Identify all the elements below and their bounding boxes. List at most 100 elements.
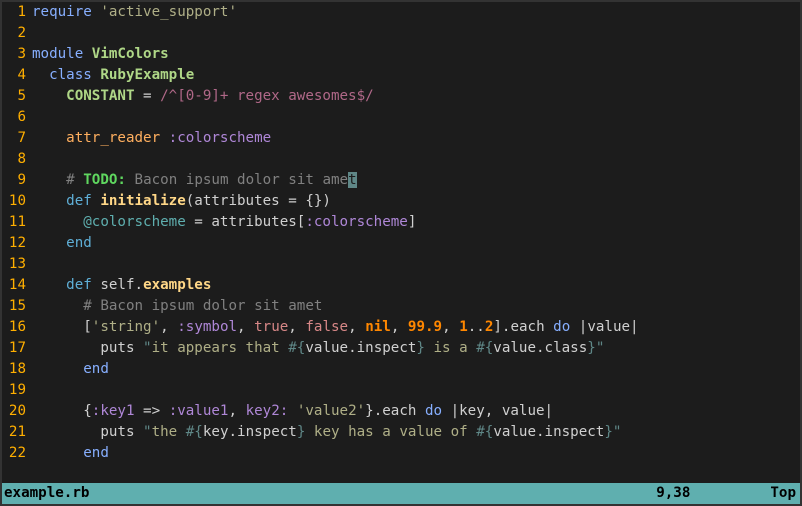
code-line[interactable]: 21 puts "the #{key.inspect} key has a va… [2,422,800,443]
code-line[interactable]: 15 # Bacon ipsum dolor sit amet [2,296,800,317]
code-line[interactable]: 2 [2,23,800,44]
code-line[interactable]: 16 ['string', :symbol, true, false, nil,… [2,317,800,338]
token-fg [32,88,66,104]
code-line[interactable]: 18 end [2,359,800,380]
code-content[interactable]: end [32,359,109,380]
code-content[interactable]: CONSTANT = /^[0-9]+ regex awesomes$/ [32,86,374,107]
status-bar: example.rb 9,38 Top [2,483,800,504]
code-content[interactable]: # TODO: Bacon ipsum dolor sit amet [32,170,357,191]
code-line[interactable]: 7 attr_reader :colorscheme [2,128,800,149]
code-line[interactable]: 19 [2,380,800,401]
code-content[interactable]: def self.examples [32,275,211,296]
code-line[interactable]: 10 def initialize(attributes = {}) [2,191,800,212]
line-number: 8 [2,149,32,170]
editor-window: 1require 'active_support'23module VimCol… [2,2,800,504]
code-content[interactable]: require 'active_support' [32,2,237,23]
code-content[interactable]: end [32,233,92,254]
code-line[interactable]: 3module VimColors [2,44,800,65]
token-symbol: :colorscheme [169,130,272,146]
code-content[interactable]: class RubyExample [32,65,194,86]
token-def: def [66,193,100,209]
token-fg: , [348,319,365,335]
token-fg [32,172,66,188]
line-number: 4 [2,65,32,86]
code-line[interactable]: 17 puts "it appears that #{value.inspect… [2,338,800,359]
code-content[interactable]: ['string', :symbol, true, false, nil, 99… [32,317,639,338]
token-fg: ].each [493,319,553,335]
code-line[interactable]: 5 CONSTANT = /^[0-9]+ regex awesomes$/ [2,86,800,107]
code-line[interactable]: 12 end [2,233,800,254]
line-number: 14 [2,275,32,296]
token-fg: , [160,319,177,335]
token-fg: value.class [493,340,587,356]
token-fg [32,67,49,83]
code-line[interactable]: 1require 'active_support' [2,2,800,23]
code-content[interactable]: end [32,443,109,464]
line-number: 15 [2,296,32,317]
token-num: 1 [459,319,468,335]
code-line[interactable]: 20 {:key1 => :value1, key2: 'value2'}.ea… [2,401,800,422]
token-keyword: do [425,403,442,419]
token-symbol: :colorscheme [305,214,408,230]
code-area[interactable]: 1require 'active_support'23module VimCol… [2,2,800,483]
line-number: 7 [2,128,32,149]
token-fg: = [135,88,161,104]
token-fg: |value| [570,319,638,335]
token-keyword: do [553,319,570,335]
code-line[interactable]: 9 # TODO: Bacon ipsum dolor sit amet [2,170,800,191]
token-regex: /^[0-9]+ regex awesomes$/ [160,88,374,104]
token-keyword: class [49,67,100,83]
line-number: 12 [2,233,32,254]
token-fg: ] [408,214,417,230]
token-num: 99.9 [408,319,442,335]
token-string: the [152,424,186,440]
token-interp: #{ [476,340,493,356]
token-fg [32,277,66,293]
code-content[interactable]: @colorscheme = attributes[:colorscheme] [32,212,416,233]
token-attr: attr_reader [66,130,169,146]
code-content[interactable]: module VimColors [32,44,169,65]
code-content[interactable]: # Bacon ipsum dolor sit amet [32,296,322,317]
token-self: self [100,277,134,293]
token-delim: " [613,424,622,440]
line-number: 5 [2,86,32,107]
line-number: 11 [2,212,32,233]
token-keyword: require [32,4,100,20]
code-content[interactable]: def initialize(attributes = {}) [32,191,331,212]
token-string: key has a value of [305,424,476,440]
token-def: def [66,277,100,293]
token-bool: false [305,319,348,335]
token-cursor: t [348,172,357,188]
code-content[interactable]: {:key1 => :value1, key2: 'value2'}.each … [32,401,553,422]
token-interp: #{ [288,340,305,356]
code-line[interactable]: 14 def self.examples [2,275,800,296]
code-line[interactable]: 11 @colorscheme = attributes[:colorschem… [2,212,800,233]
token-string: it appears that [152,340,289,356]
token-string: 'active_support' [100,4,237,20]
status-scroll: Top [770,483,796,504]
token-const: RubyExample [100,67,194,83]
line-number: 18 [2,359,32,380]
code-content[interactable]: attr_reader :colorscheme [32,128,271,149]
code-line[interactable]: 22 end [2,443,800,464]
token-fg: , [228,403,245,419]
token-fg [32,445,83,461]
code-content[interactable]: puts "it appears that #{value.inspect} i… [32,338,604,359]
token-fg: , [237,319,254,335]
token-fg: puts [32,424,143,440]
line-number: 21 [2,422,32,443]
token-fg: value.inspect [305,340,416,356]
code-line[interactable]: 6 [2,107,800,128]
token-fg: [ [32,319,92,335]
code-line[interactable]: 13 [2,254,800,275]
token-interp: } [587,340,596,356]
token-fg: , [288,319,305,335]
line-number: 2 [2,23,32,44]
code-line[interactable]: 4 class RubyExample [2,65,800,86]
token-fg [32,214,83,230]
code-content[interactable]: puts "the #{key.inspect} key has a value… [32,422,621,443]
token-fg: key.inspect [203,424,297,440]
token-def: end [66,235,92,251]
code-line[interactable]: 8 [2,149,800,170]
token-string: 'string' [92,319,160,335]
